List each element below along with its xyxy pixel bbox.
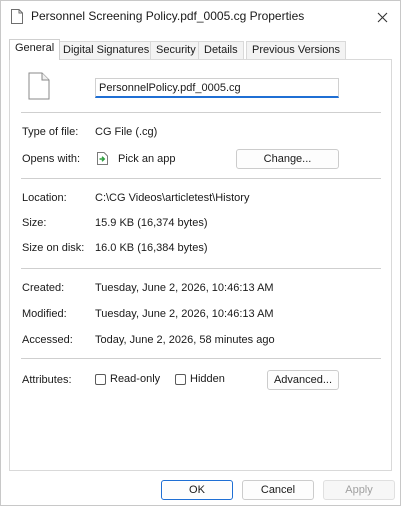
readonly-label: Read-only — [110, 373, 161, 385]
hidden-checkbox[interactable]: Hidden — [175, 373, 225, 385]
separator — [21, 178, 381, 179]
ok-button[interactable]: OK — [161, 480, 233, 500]
accessed-value: Today, June 2, 2026, 58 minutes ago — [95, 334, 275, 346]
tab-security[interactable]: Security — [150, 41, 202, 59]
separator — [21, 268, 381, 269]
close-icon — [377, 12, 387, 22]
hidden-checkbox-box[interactable] — [175, 373, 186, 385]
modified-label: Modified: — [22, 308, 67, 320]
location-label: Location: — [22, 192, 67, 204]
separator — [21, 112, 381, 113]
general-panel: Type of file: CG File (.cg) Opens with: … — [9, 59, 392, 471]
file-name-input[interactable] — [95, 78, 339, 98]
type-label: Type of file: — [22, 126, 79, 138]
created-label: Created: — [22, 282, 65, 294]
type-value: CG File (.cg) — [95, 126, 158, 138]
properties-dialog: Personnel Screening Policy.pdf_0005.cg P… — [0, 0, 401, 506]
modified-value: Tuesday, June 2, 2026, 10:46:13 AM — [95, 308, 274, 320]
close-button[interactable] — [370, 5, 394, 29]
readonly-checkbox[interactable]: Read-only — [95, 373, 160, 385]
tab-general[interactable]: General — [9, 39, 61, 60]
file-icon — [28, 72, 50, 100]
title-bar: Personnel Screening Policy.pdf_0005.cg P… — [1, 1, 400, 35]
opens-with-value: Pick an app — [118, 153, 176, 165]
change-button[interactable]: Change... — [236, 149, 339, 169]
app-picker-icon — [97, 152, 108, 165]
attributes-label: Attributes: — [22, 374, 72, 386]
size-on-disk-label: Size on disk: — [22, 242, 85, 254]
size-label: Size: — [22, 217, 47, 229]
size-on-disk-value: 16.0 KB (16,384 bytes) — [95, 242, 208, 254]
cancel-button[interactable]: Cancel — [242, 480, 314, 500]
size-value: 15.9 KB (16,374 bytes) — [95, 217, 208, 229]
created-value: Tuesday, June 2, 2026, 10:46:13 AM — [95, 282, 274, 294]
readonly-checkbox-box[interactable] — [95, 373, 106, 385]
accessed-label: Accessed: — [22, 334, 73, 346]
separator — [21, 358, 381, 359]
document-icon — [11, 9, 23, 24]
tab-details[interactable]: Details — [198, 41, 244, 59]
apply-button[interactable]: Apply — [323, 480, 395, 500]
advanced-button[interactable]: Advanced... — [267, 370, 339, 390]
window-title: Personnel Screening Policy.pdf_0005.cg P… — [31, 9, 305, 23]
tab-strip: General Digital Signatures Security Deta… — [9, 39, 392, 60]
opens-with-label: Opens with: — [22, 153, 81, 165]
tab-digital-signatures[interactable]: Digital Signatures — [57, 41, 156, 59]
tab-previous-versions[interactable]: Previous Versions — [246, 41, 347, 59]
location-value: C:\CG Videos\articletest\History — [95, 192, 250, 204]
hidden-label: Hidden — [190, 373, 225, 385]
